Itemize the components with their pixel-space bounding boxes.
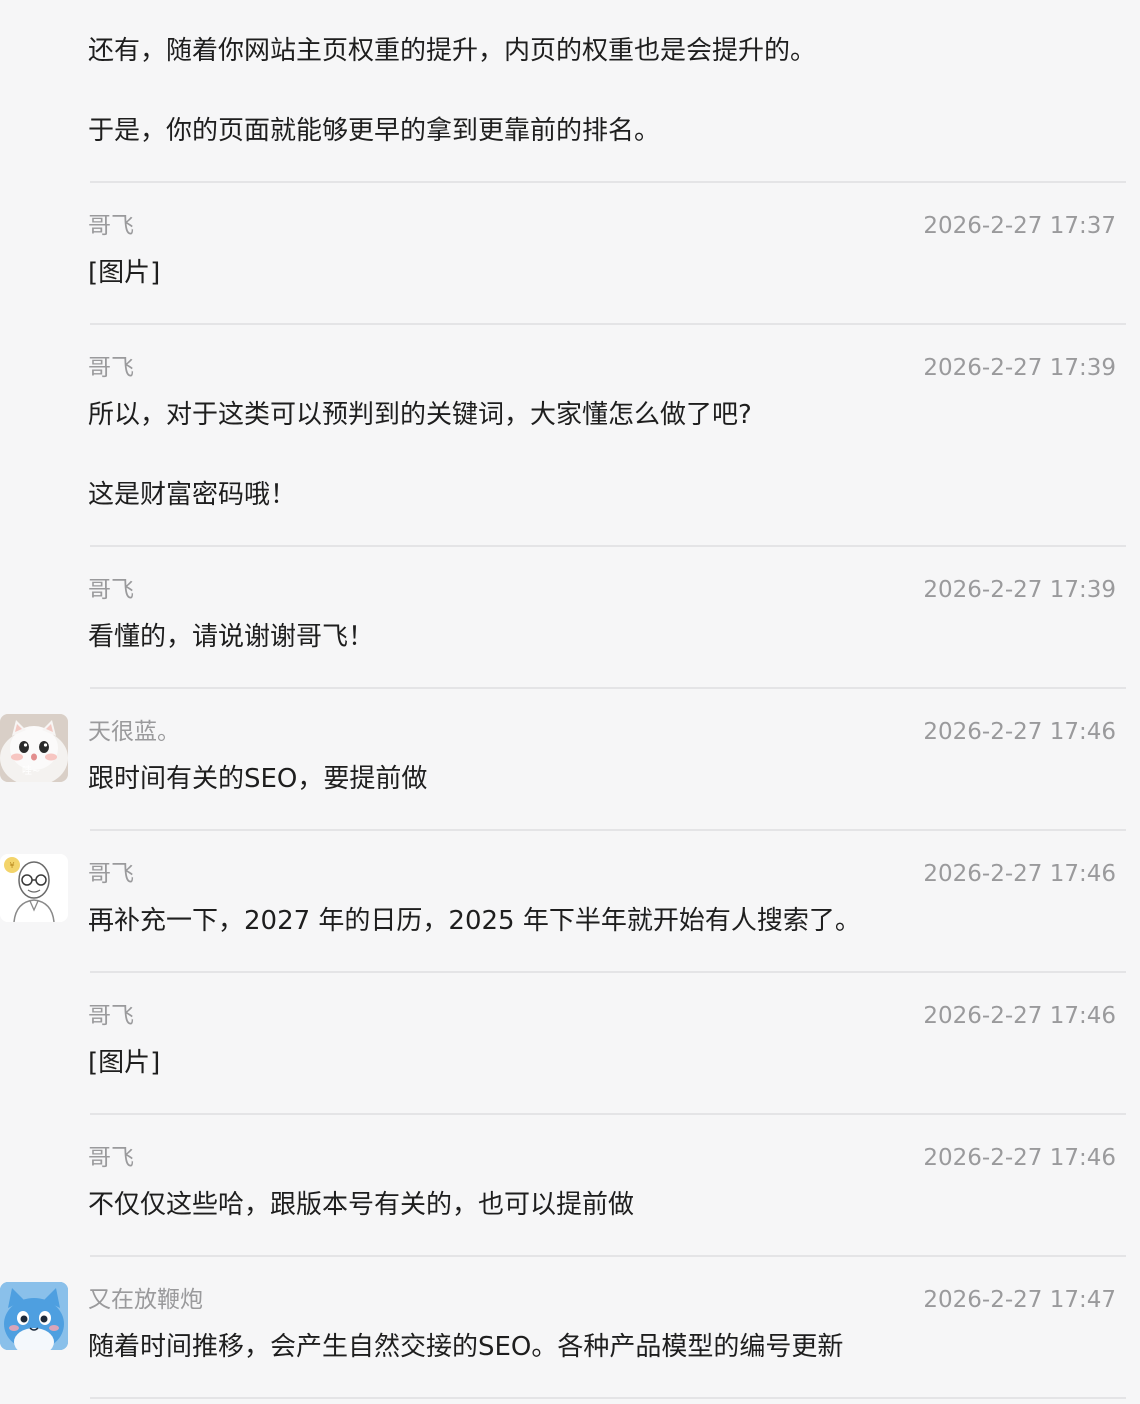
sender-name[interactable]: 又在放鞭炮 bbox=[88, 1284, 203, 1316]
sender-name[interactable]: 哥飞 bbox=[88, 574, 134, 606]
message-divider bbox=[90, 829, 1126, 831]
message-text[interactable]: [图片] bbox=[88, 1045, 160, 1081]
glasses-man-avatar-image: ¥ bbox=[0, 854, 68, 922]
message-time: 2026-2-27 17:47 bbox=[923, 1287, 1116, 1313]
glasses-man-avatar[interactable]: ¥ bbox=[0, 854, 68, 922]
sender-name[interactable]: 哥飞 bbox=[88, 1000, 134, 1032]
message-time: 2026-2-27 17:46 bbox=[923, 1145, 1116, 1171]
message-divider bbox=[90, 323, 1126, 325]
message-text: 再补充一下，2027 年的日历，2025 年下半年就开始有人搜索了。 bbox=[88, 906, 861, 936]
sender-name[interactable]: 哥飞 bbox=[88, 210, 134, 242]
cat-avatar[interactable]: 哇~ bbox=[0, 714, 68, 782]
message-text: 随着时间推移，会产生自然交接的SEO。各种产品模型的编号更新 bbox=[88, 1332, 844, 1362]
sender-name[interactable]: 哥飞 bbox=[88, 1142, 134, 1174]
message-text: 看懂的，请说谢谢哥飞！ bbox=[88, 622, 375, 652]
blue-cat-avatar-image bbox=[0, 1282, 68, 1350]
message-text: 所以，对于这类可以预判到的关键词，大家懂怎么做了吧? bbox=[88, 400, 752, 430]
message-time: 2026-2-27 17:46 bbox=[923, 861, 1116, 887]
message-time: 2026-2-27 17:37 bbox=[923, 213, 1116, 239]
message-divider bbox=[90, 545, 1126, 547]
message-text[interactable]: [图片] bbox=[88, 255, 160, 291]
message-text: 这是财富密码哦！ bbox=[88, 480, 297, 510]
message-divider bbox=[90, 1255, 1126, 1257]
message-divider bbox=[90, 971, 1126, 973]
message-divider bbox=[90, 1397, 1126, 1399]
message-time: 2026-2-27 17:39 bbox=[923, 577, 1116, 603]
avatar-caption: 哇~ bbox=[22, 766, 41, 777]
message-time: 2026-2-27 17:46 bbox=[923, 1003, 1116, 1029]
sender-name[interactable]: 哥飞 bbox=[88, 858, 134, 890]
svg-text:¥: ¥ bbox=[9, 861, 14, 870]
message-line: 还有，随着你网站主页权重的提升，内页的权重也是会提升的。 bbox=[88, 36, 817, 66]
chat-history: 还有，随着你网站主页权重的提升，内页的权重也是会提升的。 于是，你的页面就能够更… bbox=[0, 0, 1140, 1404]
sender-name[interactable]: 哥飞 bbox=[88, 352, 134, 384]
message-time: 2026-2-27 17:46 bbox=[923, 719, 1116, 745]
message-divider bbox=[90, 687, 1126, 689]
message-divider bbox=[90, 181, 1126, 183]
message-line: 于是，你的页面就能够更早的拿到更靠前的排名。 bbox=[88, 116, 661, 146]
message-text: 跟时间有关的SEO，要提前做 bbox=[88, 764, 428, 794]
message-text: 不仅仅这些哈，跟版本号有关的，也可以提前做 bbox=[88, 1190, 635, 1220]
message-time: 2026-2-27 17:39 bbox=[923, 355, 1116, 381]
message-divider bbox=[90, 1113, 1126, 1115]
blue-cat-avatar[interactable] bbox=[0, 1282, 68, 1350]
sender-name[interactable]: 天很蓝。 bbox=[88, 716, 180, 748]
